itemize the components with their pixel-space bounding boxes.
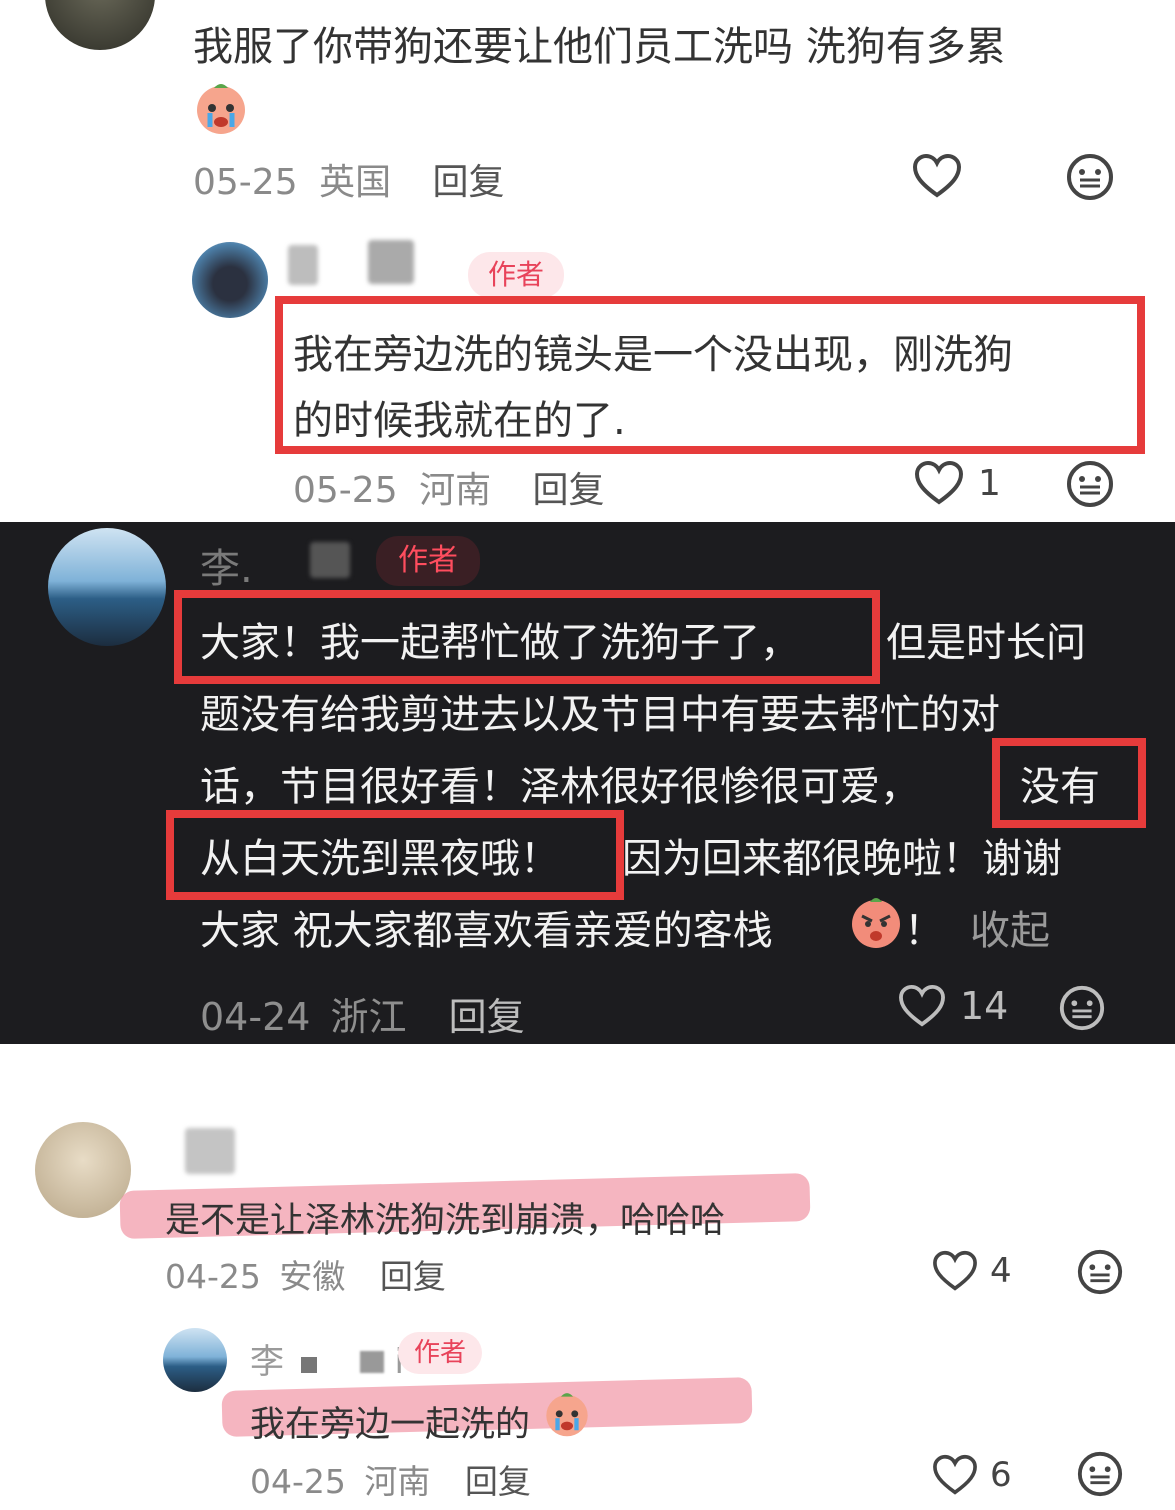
- reply-text-line: 的时候我就在的了.: [293, 398, 626, 444]
- reply-location: 河南: [364, 1462, 431, 1501]
- comment-text-line: 从白天洗到黑夜哦！: [200, 836, 560, 882]
- reply-button[interactable]: 回复: [533, 470, 605, 511]
- comment-text-line: ！: [904, 908, 944, 954]
- comment-date: 04-25: [165, 1257, 261, 1296]
- like-count: 14: [960, 984, 1009, 1028]
- comment-date: 04-24: [200, 995, 311, 1039]
- dark-comment-section: 李. 作者 大家！我一起帮忙做了洗狗子了， 但是时长问 题没有给我剪进去以及节目…: [0, 522, 1175, 1044]
- reply-button[interactable]: 回复: [433, 162, 505, 203]
- comment-date: 05-25: [193, 162, 298, 203]
- heart-icon: [912, 153, 962, 198]
- username: [368, 240, 414, 284]
- like-count: 6: [990, 1455, 1012, 1495]
- avatar[interactable]: [45, 0, 155, 50]
- like-count: 4: [990, 1251, 1012, 1291]
- emoji-reaction-button[interactable]: [1076, 1248, 1124, 1296]
- reply-meta: 05-25 河南 回复: [293, 461, 605, 513]
- emoji-reaction-button[interactable]: [1065, 459, 1115, 509]
- comment-text: 我服了你带狗还要让他们员工洗吗 洗狗有多累: [193, 24, 1006, 70]
- reply-text-line: 我在旁边洗的镜头是一个没出现，刚洗狗: [293, 332, 1013, 378]
- comment-location: 英国: [319, 162, 392, 203]
- like-button[interactable]: 14: [898, 984, 1008, 1028]
- username: [185, 1128, 235, 1174]
- neutral-face-icon: [1077, 1451, 1123, 1497]
- reply-date: 04-25: [250, 1462, 346, 1501]
- neutral-face-icon: [1067, 154, 1113, 200]
- author-badge: 作者: [376, 536, 480, 586]
- neutral-face-icon: [1067, 461, 1113, 507]
- comment-meta: 04-25 安徽 回复: [165, 1250, 446, 1298]
- avatar[interactable]: [192, 242, 268, 318]
- reply-date: 05-25: [293, 470, 398, 511]
- like-button[interactable]: 4: [932, 1250, 1012, 1292]
- heart-icon: [933, 1454, 977, 1495]
- author-badge: 作者: [468, 252, 564, 298]
- angry-emoji-icon: [848, 894, 904, 950]
- avatar[interactable]: [35, 1122, 131, 1218]
- like-button[interactable]: 6: [932, 1454, 1012, 1496]
- username-part: 李: [250, 1342, 284, 1382]
- username[interactable]: 李 i: [250, 1334, 404, 1383]
- comment-location: 浙江: [330, 995, 407, 1039]
- reply-location: 河南: [419, 470, 492, 511]
- like-button[interactable]: 1: [914, 460, 1001, 506]
- comment-text-line: 没有: [1020, 764, 1100, 810]
- comment-text-line: 因为回来都很晚啦！谢谢: [622, 836, 1062, 882]
- emoji-reaction-button[interactable]: [1065, 152, 1115, 202]
- comment-text-line: 但是时长问: [886, 620, 1086, 666]
- comment-meta: 04-24 浙江 回复: [200, 986, 525, 1041]
- collapse-button[interactable]: 收起: [970, 898, 1050, 956]
- comment-text: 是不是让泽林洗狗洗到崩溃，哈哈哈: [165, 1201, 726, 1241]
- comment-location: 安徽: [279, 1257, 346, 1296]
- crying-emoji-icon: [542, 1388, 592, 1438]
- comment-meta: 05-25 英国 回复: [193, 153, 505, 205]
- reply-button[interactable]: 回复: [380, 1257, 446, 1296]
- username-blurred: [310, 542, 350, 578]
- avatar[interactable]: [163, 1328, 227, 1392]
- avatar[interactable]: [48, 528, 166, 646]
- neutral-face-icon: [1077, 1249, 1123, 1295]
- comment-text-line: 话，节目很好看！泽林很好很惨很可爱，: [200, 764, 920, 810]
- neutral-face-icon: [1059, 985, 1105, 1031]
- like-count: 1: [978, 462, 1001, 504]
- crying-emoji-icon: [192, 78, 250, 136]
- username[interactable]: 李.: [200, 536, 253, 594]
- emoji-reaction-button[interactable]: [1058, 984, 1106, 1032]
- reply-button[interactable]: 回复: [465, 1462, 531, 1501]
- author-badge: 作者: [398, 1332, 482, 1374]
- comment-text-line: 题没有给我剪进去以及节目中有要去帮忙的对: [200, 692, 1000, 738]
- emoji-reaction-button[interactable]: [1076, 1450, 1124, 1498]
- like-button[interactable]: [912, 153, 962, 199]
- heart-icon: [899, 984, 945, 1027]
- username: [288, 245, 318, 285]
- reply-meta: 04-25 河南 回复: [250, 1455, 531, 1503]
- heart-icon: [933, 1250, 977, 1291]
- comment-text-line: 大家！我一起帮忙做了洗狗子了，: [200, 620, 800, 666]
- reply-button[interactable]: 回复: [449, 995, 525, 1039]
- heart-icon: [914, 460, 964, 505]
- comment-text-line: 大家 祝大家都喜欢看亲爱的客栈: [200, 908, 773, 954]
- reply-text: 我在旁边一起洗的: [250, 1405, 531, 1445]
